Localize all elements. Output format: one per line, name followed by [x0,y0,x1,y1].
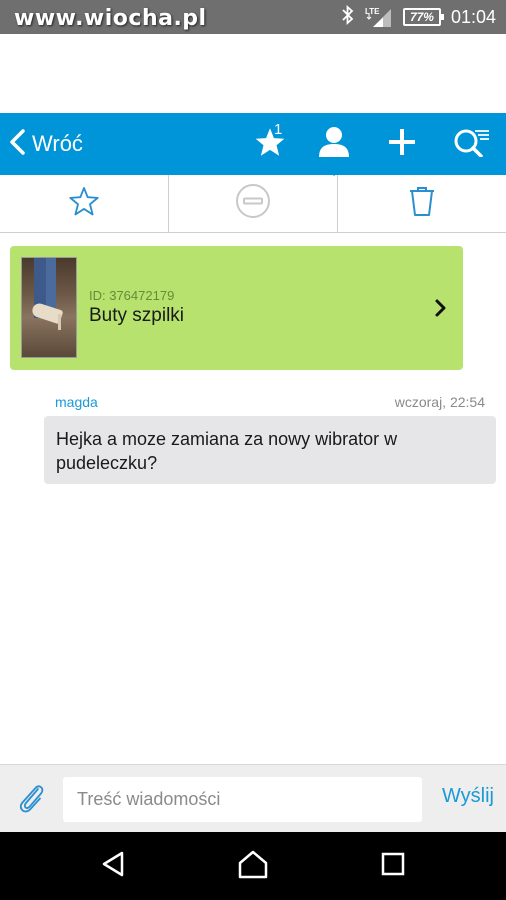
thumbnail-detail [46,258,56,310]
screen: www.wiocha.pl LTE 77% 01:04 Wróć 1 ID: 3… [0,0,506,900]
battery-indicator: 77% [402,8,444,26]
trash-icon [408,185,436,222]
thumbnail-detail [58,314,61,330]
back-label: Wróć [32,131,83,156]
favorites-count: 1 [274,121,283,138]
plus-icon [387,127,417,162]
profile-button[interactable] [312,113,356,175]
chevron-left-icon [8,128,28,161]
block-action-button[interactable] [168,175,337,232]
nav-back-button[interactable] [83,832,143,900]
nav-recents-button[interactable] [363,832,423,900]
recents-icon [380,851,406,882]
delete-action-button[interactable] [337,175,506,232]
product-thumbnail [21,257,77,358]
status-icons: LTE 77% 01:04 [341,0,496,34]
message-input[interactable] [63,777,422,822]
add-button[interactable] [380,113,424,175]
back-button[interactable]: Wróć [8,113,83,175]
star-outline-icon [68,186,100,221]
app-bar: Wróć 1 [0,113,506,175]
send-button[interactable]: Wyślij [442,785,494,808]
message-bubble: Hejka a moze zamiana za nowy wibrator w … [44,416,496,484]
bluetooth-icon [341,4,355,30]
signal-icon: LTE [365,5,393,29]
status-bar: www.wiocha.pl LTE 77% 01:04 [0,0,506,34]
compose-bar: Wyślij [0,764,506,832]
active-tab-indicator [325,167,343,176]
nav-home-button[interactable] [223,832,283,900]
favorite-action-button[interactable] [0,175,168,232]
search-filter-button[interactable] [450,113,494,175]
product-name: Buty szpilki [89,305,185,326]
watermark: www.wiocha.pl [14,6,207,31]
clock: 01:04 [450,6,496,27]
favorites-button[interactable]: 1 [248,113,292,175]
product-id: ID: 376472179 [89,288,175,303]
block-icon [235,183,271,224]
paperclip-icon[interactable] [16,781,46,820]
person-icon [317,126,351,163]
message-author[interactable]: magda [55,394,98,410]
message-time: wczoraj, 22:54 [394,394,485,410]
product-card[interactable]: ID: 376472179 Buty szpilki [10,246,463,370]
blank-area [0,34,506,113]
back-triangle-icon [100,850,126,883]
home-icon [237,849,269,884]
chevron-right-icon [435,298,447,323]
search-filter-icon [453,127,491,162]
action-row [0,175,506,233]
navigation-bar [0,832,506,900]
